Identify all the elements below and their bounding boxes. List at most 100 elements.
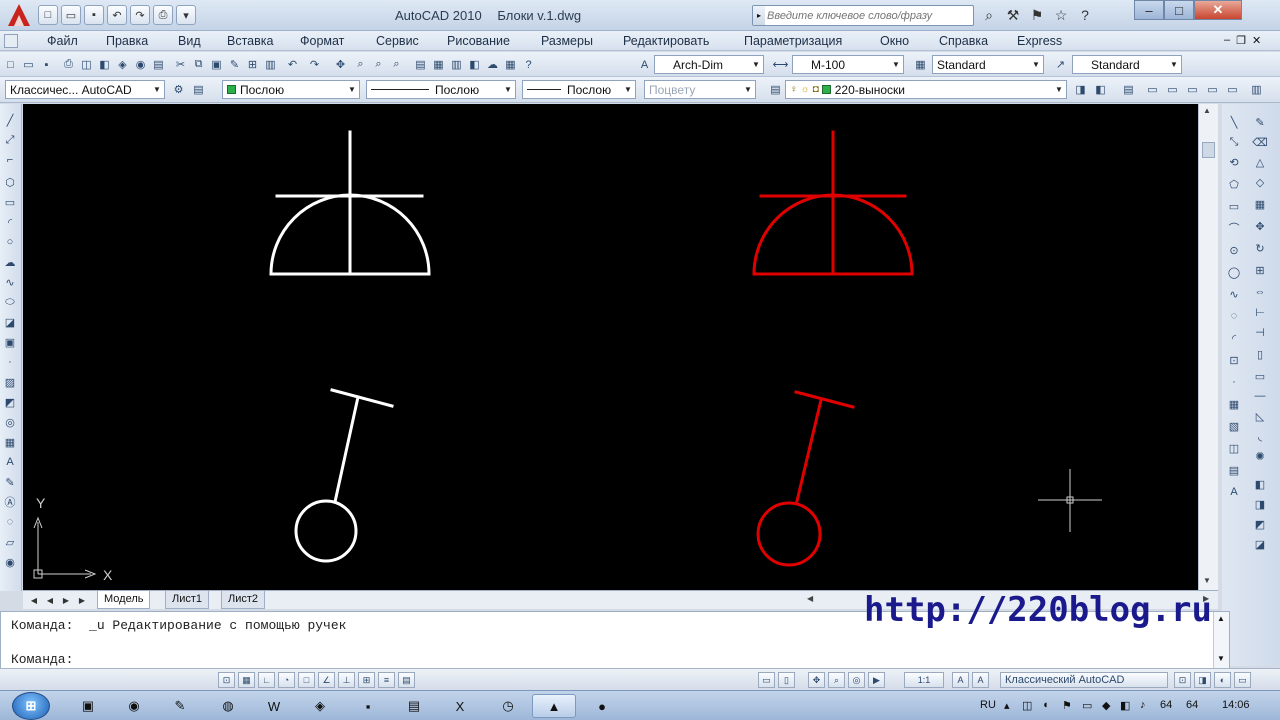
multileader-style-select[interactable]: Standard ▼ xyxy=(1072,55,1182,74)
start-button[interactable]: ⊞ xyxy=(12,692,50,720)
lamp-block-white[interactable] xyxy=(269,130,431,276)
menu-item-parametric[interactable]: Параметризация xyxy=(744,34,842,48)
polyline-icon[interactable]: ⌐ xyxy=(2,152,18,168)
help-icon[interactable]: ? xyxy=(1074,4,1096,26)
clean-screen-icon[interactable]: ▭ xyxy=(1234,672,1251,688)
quick-properties-icon[interactable]: ▤ xyxy=(398,672,415,688)
sheet-set-manager-icon[interactable]: ◧ xyxy=(466,56,483,73)
polar-tracking-icon[interactable]: ◔ xyxy=(278,672,295,688)
last-tab-icon[interactable]: ▶ xyxy=(75,593,89,607)
layer-tool-icon[interactable]: ▤ xyxy=(1120,81,1137,98)
dim-style-icon[interactable]: ⟷ xyxy=(772,56,789,73)
plot-style-select[interactable]: Поцвету ▼ xyxy=(644,80,756,99)
next-tab-icon[interactable]: ▶ xyxy=(59,593,73,607)
qnew-icon[interactable]: □ xyxy=(2,56,19,73)
menu-item-file[interactable]: Файл xyxy=(47,34,78,48)
rectangle-icon[interactable]: ▭ xyxy=(2,194,18,210)
menu-item-tools[interactable]: Сервис xyxy=(376,34,419,48)
dim-style-select[interactable]: M-100 ▼ xyxy=(792,55,904,74)
pan-status-icon[interactable]: ✥ xyxy=(808,672,825,688)
lineweight-control-select[interactable]: Послою ▼ xyxy=(522,80,636,99)
sheetset-icon[interactable]: ▤ xyxy=(150,56,167,73)
draworder-front-icon[interactable]: ▭ xyxy=(1184,81,1201,98)
taskbar-app-save-icon[interactable]: ▪ xyxy=(346,694,390,718)
annotation-visibility-icon[interactable]: A xyxy=(952,672,969,688)
copy-object-icon[interactable]: ⤡ xyxy=(1226,134,1242,150)
zoom-status-icon[interactable]: ⌕ xyxy=(828,672,845,688)
layer-freeze-icon[interactable]: ☼ xyxy=(801,84,810,95)
text-front-icon[interactable]: ▥ xyxy=(1248,81,1265,98)
point-icon[interactable]: · xyxy=(2,354,18,370)
menu-item-help[interactable]: Справка xyxy=(939,34,988,48)
infocenter-search[interactable]: ▸ xyxy=(752,5,974,26)
menu-item-dimension[interactable]: Размеры xyxy=(541,34,593,48)
make-current-layer-icon[interactable]: ◨ xyxy=(1072,81,1089,98)
markup-icon[interactable]: ☁ xyxy=(484,56,501,73)
break-right-icon[interactable]: ▭ xyxy=(1252,368,1268,384)
paste-icon[interactable]: ▣ xyxy=(208,56,225,73)
move-icon[interactable]: ⌒ xyxy=(1226,220,1242,236)
new-file-icon[interactable]: □ xyxy=(38,5,58,25)
break-point-icon[interactable]: ▯ xyxy=(1252,346,1268,362)
menu-item-format[interactable]: Формат xyxy=(300,34,344,48)
scroll-up-icon[interactable]: ▲ xyxy=(1203,106,1211,115)
draworder-back-icon[interactable]: ▭ xyxy=(1164,81,1181,98)
join-right-icon[interactable]: — xyxy=(1252,388,1268,404)
taskbar-app-chrome-icon[interactable]: ◍ xyxy=(206,694,250,718)
workspace-save-icon[interactable]: ▤ xyxy=(190,81,207,98)
switch-block-red[interactable] xyxy=(756,390,855,567)
layer-lock-icon[interactable]: ◘ xyxy=(813,84,819,95)
open-file-icon[interactable]: ▭ xyxy=(61,5,81,25)
first-tab-icon[interactable]: ◀ xyxy=(27,593,41,607)
annotation-scale-select[interactable]: 1:1 xyxy=(904,672,944,688)
vertical-scroll-thumb[interactable] xyxy=(1202,142,1215,158)
table-right-icon[interactable]: ▤ xyxy=(1226,462,1242,478)
tray-sound-icon[interactable]: ♪ xyxy=(1140,699,1146,711)
zoom-previous-icon[interactable]: ⌕ xyxy=(388,56,405,73)
chamfer-icon[interactable]: ▦ xyxy=(1226,396,1242,412)
boundary-icon[interactable]: ◌ xyxy=(2,514,18,530)
extend-right-icon[interactable]: ⊣ xyxy=(1252,324,1268,340)
taskbar-app-excel-icon[interactable]: X xyxy=(438,694,482,718)
prev-tab-icon[interactable]: ◀ xyxy=(43,593,57,607)
tab-layout1[interactable]: Лист1 xyxy=(165,591,210,609)
arc-icon[interactable]: ◜ xyxy=(2,214,18,230)
object-snap-icon[interactable]: □ xyxy=(298,672,315,688)
design-center-icon[interactable]: ▦ xyxy=(430,56,447,73)
isolate-objects-icon[interactable]: ◐ xyxy=(1214,672,1231,688)
join-icon[interactable]: · xyxy=(1226,374,1242,390)
search-expand-icon[interactable]: ▸ xyxy=(753,6,765,25)
add-selected-icon[interactable]: ✎ xyxy=(2,474,18,490)
undo-icon[interactable]: ↶ xyxy=(107,5,127,25)
taskbar-app-paint-icon[interactable]: ◈ xyxy=(298,694,342,718)
hardware-acceleration-icon[interactable]: ◨ xyxy=(1194,672,1211,688)
snap-mode-icon[interactable]: ⊡ xyxy=(218,672,235,688)
layer-freeze-right-icon[interactable]: ◪ xyxy=(1252,536,1268,552)
showmotion-icon[interactable]: ▶ xyxy=(868,672,885,688)
doc-close-icon[interactable]: ✕ xyxy=(1252,34,1261,47)
command-scrollbar[interactable]: ▲ ▼ xyxy=(1213,612,1229,668)
help-toolbar-icon[interactable]: ? xyxy=(520,56,537,73)
color-control-select[interactable]: Послою ▼ xyxy=(222,80,360,99)
block-editor-icon[interactable]: ⊞ xyxy=(244,56,261,73)
layer-properties-icon[interactable]: ▤ xyxy=(767,81,784,98)
ellipse-icon[interactable]: ⬭ xyxy=(2,294,18,310)
ortho-mode-icon[interactable]: ∟ xyxy=(258,672,275,688)
explode-right-icon[interactable]: ✺ xyxy=(1252,448,1268,464)
menu-item-edit[interactable]: Правка xyxy=(106,34,148,48)
text-right-icon[interactable]: A xyxy=(1226,484,1242,500)
annotation-autoscale-icon[interactable]: A xyxy=(972,672,989,688)
offset-right-icon[interactable]: ◇ xyxy=(1252,174,1268,190)
gradient-icon[interactable]: ◩ xyxy=(2,394,18,410)
workspace-switch-select[interactable]: Классический AutoCAD xyxy=(1000,672,1168,688)
tray-expand-icon[interactable]: ▴ xyxy=(1004,699,1010,712)
rotate-right-icon[interactable]: ↻ xyxy=(1252,240,1268,256)
draworder-icon[interactable]: ▭ xyxy=(1144,81,1161,98)
menu-item-modify[interactable]: Редактировать xyxy=(623,34,709,48)
doc-minimize-icon[interactable]: – xyxy=(1224,34,1230,47)
cut-icon[interactable]: ✂ xyxy=(172,56,189,73)
publish-icon[interactable]: ◧ xyxy=(96,56,113,73)
mirror-icon[interactable]: ⟲ xyxy=(1226,154,1242,170)
tool-palettes-icon[interactable]: ▥ xyxy=(448,56,465,73)
tray-clock[interactable]: 14:06 xyxy=(1222,699,1250,711)
